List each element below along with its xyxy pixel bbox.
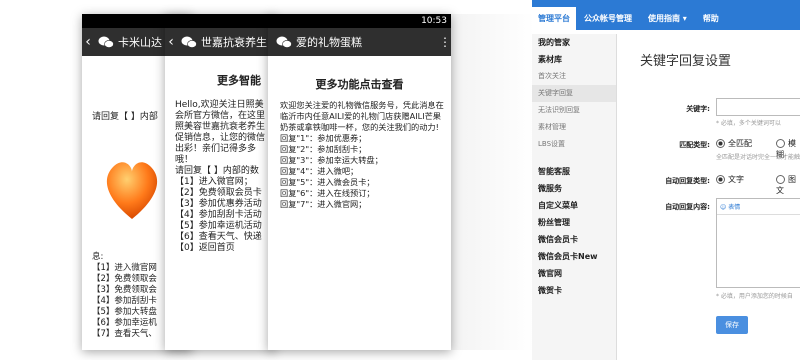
emoji-toolbar[interactable]: ☺ 表情 (717, 199, 800, 215)
heart-image (106, 162, 158, 219)
nav-platform[interactable]: 管理平台 (532, 7, 576, 30)
wechat-icon (181, 36, 197, 48)
phone-screenshot-3: 10:53 爱的礼物蛋糕 ⋮ 更多功能点击查看 欢迎您关注爱的礼物微信服务号，凭… (268, 14, 451, 350)
sidebar-item-9[interactable]: 微服务 (532, 180, 616, 197)
top-nav: 管理平台 公众帐号管理 使用指南 ▾ 帮助 (532, 0, 800, 30)
match-option-exact-label: 全匹配 (728, 139, 752, 148)
admin-panel: 管理平台 公众帐号管理 使用指南 ▾ 帮助 我的管家 素材库 首次关注 关键字回复 无法… (532, 0, 800, 360)
keyword-label: 关键字: (686, 105, 710, 113)
radio-checked-icon (716, 139, 725, 148)
radio-unchecked-icon (776, 175, 785, 184)
message-text: 欢迎您关注爱的礼物微信服务号，凭此消息在 临沂市内任意AILI爱的礼物门店获赠A… (280, 100, 444, 209)
reply-type-label: 自动回复类型: (665, 177, 710, 185)
sidebar-item-12[interactable]: 微信会员卡 (532, 231, 616, 248)
sidebar-item-3[interactable]: 关键字回复 (532, 85, 616, 102)
sidebar-item-0[interactable]: 我的管家 (532, 34, 616, 51)
nav-account[interactable]: 公众帐号管理 (576, 13, 640, 30)
sidebar-item-5[interactable]: 素材管理 (532, 119, 616, 136)
sidebar-item-4[interactable]: 无法识别回复 (532, 102, 616, 119)
status-bar (165, 14, 275, 28)
nav-guide[interactable]: 使用指南 ▾ (640, 13, 695, 30)
chat-header: 爱的礼物蛋糕 ⋮ (268, 28, 451, 56)
back-arrow-icon[interactable]: ‹ (82, 34, 94, 50)
emoji-label: 表情 (728, 204, 741, 211)
match-hint: 全匹配是对话时完全一致才能触发 (716, 154, 800, 161)
reply-content-textarea[interactable]: ☺ 表情 (716, 198, 800, 288)
save-button[interactable]: 保存 (716, 316, 748, 334)
sidebar-item-1[interactable]: 素材库 (532, 51, 616, 68)
keyword-hint-text: 必填，多个关键词可以 (720, 120, 781, 127)
chat-title: 世嘉抗衰养生 (201, 36, 267, 49)
emoji-icon: ☺ (720, 204, 727, 211)
page-title: 关键字回复设置 (640, 54, 732, 69)
status-bar: 10:53 (268, 14, 451, 28)
sidebar: 我的管家 素材库 首次关注 关键字回复 无法识别回复 素材管理 LBS设置智能客服 微服务 自定… (532, 34, 617, 360)
wechat-icon (98, 36, 114, 48)
keyword-input[interactable] (716, 98, 800, 116)
keyword-hint: * 必填，多个关键词可以 (716, 120, 781, 127)
chat-header: ‹ 世嘉抗衰养生 (165, 28, 275, 56)
menu-header[interactable]: 更多功能点击查看 (268, 76, 451, 92)
match-type-label: 匹配类型: (679, 141, 710, 149)
background-shade (450, 14, 535, 350)
reply-type-news[interactable]: 图文 (776, 174, 800, 196)
phone-screenshot-2: ‹ 世嘉抗衰养生 更多智能 Hello,欢迎关注日照美 会所官方微信，在这里 照… (165, 14, 275, 350)
wechat-icon (276, 36, 292, 48)
more-menu-icon[interactable]: ⋮ (439, 35, 451, 49)
reply-type-text[interactable]: 文字 (716, 174, 744, 185)
clock: 10:53 (421, 16, 447, 26)
sidebar-item-15[interactable]: 微贺卡 (532, 282, 616, 299)
reply-type-text-label: 文字 (728, 175, 744, 184)
chat-title: 爱的礼物蛋糕 (296, 36, 362, 49)
sidebar-item-8[interactable]: 智能客服 (532, 163, 616, 180)
sidebar-item-2[interactable]: 首次关注 (532, 68, 616, 85)
message-text: Hello,欢迎关注日照美 会所官方微信，在这里 照美容世嘉抗衰老养生 促销信息… (175, 100, 266, 253)
content-hint: * 必填，用户添加您的时候自 (716, 293, 793, 300)
back-arrow-icon[interactable]: ‹ (165, 34, 177, 50)
nav-help[interactable]: 帮助 (695, 13, 727, 30)
radio-checked-icon (716, 175, 725, 184)
match-option-exact[interactable]: 全匹配 (716, 138, 752, 149)
sidebar-item-11[interactable]: 粉丝管理 (532, 214, 616, 231)
reply-content-label: 自动回复内容: (665, 203, 710, 211)
radio-unchecked-icon (776, 139, 785, 148)
menu-header[interactable]: 更多智能 (217, 72, 275, 88)
main-content: 关键字回复设置 关键字: * 必填，多个关键词可以 匹配类型: 全匹配 模糊 全… (620, 34, 800, 360)
sidebar-item-7 (532, 153, 616, 163)
sidebar-item-10[interactable]: 自定义菜单 (532, 197, 616, 214)
sidebar-item-14[interactable]: 微官网 (532, 265, 616, 282)
sidebar-item-13[interactable]: 微信会员卡New (532, 248, 616, 265)
content-hint-text: 必填，用户添加您的时候自 (720, 293, 793, 300)
sidebar-item-6[interactable]: LBS设置 (532, 136, 616, 153)
